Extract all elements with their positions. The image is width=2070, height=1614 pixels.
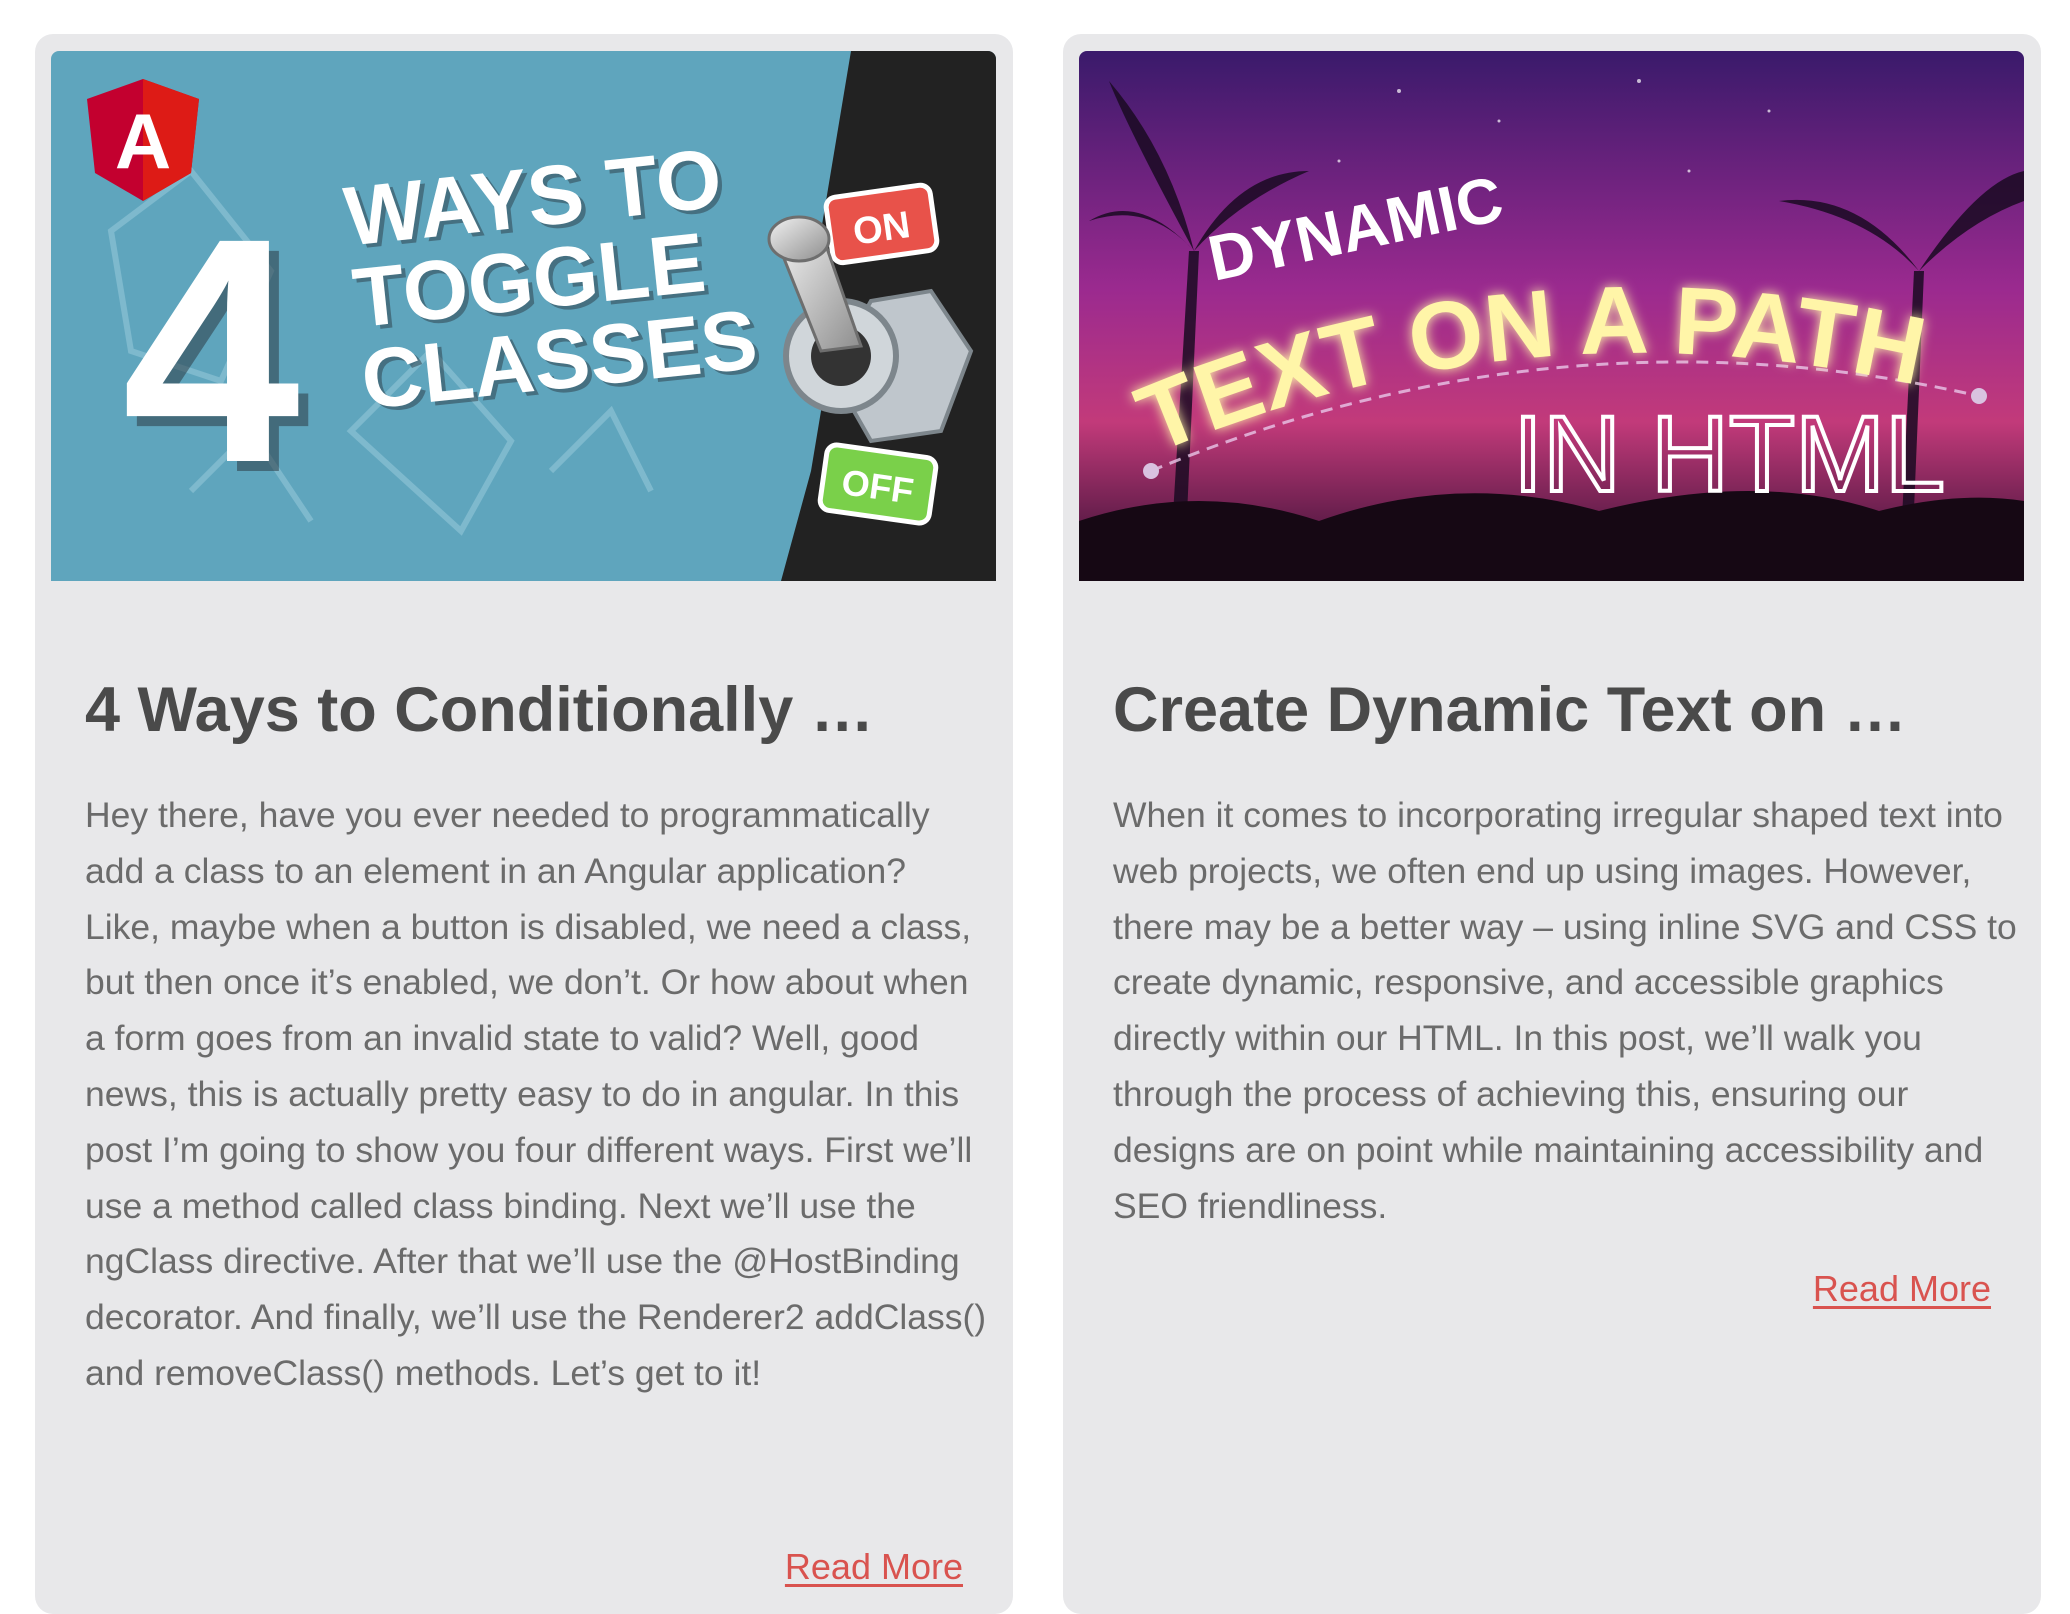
post-thumbnail[interactable]: A 4 4 WAYS TO WAYS TO TOGGLE TOGGLE CLAS… <box>51 51 996 581</box>
post-card: DYNAMIC TEXT ON A PATH IN HTML Create Dy… <box>1063 34 2041 1614</box>
post-thumbnail[interactable]: DYNAMIC TEXT ON A PATH IN HTML <box>1079 51 2024 581</box>
svg-text:IN HTML: IN HTML <box>1513 393 1945 514</box>
svg-text:ON: ON <box>851 204 913 254</box>
post-grid: A 4 4 WAYS TO WAYS TO TOGGLE TOGGLE CLAS… <box>0 0 2070 1614</box>
svg-text:4: 4 <box>122 171 302 529</box>
post-card: A 4 4 WAYS TO WAYS TO TOGGLE TOGGLE CLAS… <box>35 34 1013 1614</box>
post-title[interactable]: Create Dynamic Text on … <box>1113 670 1993 750</box>
thumbnail-dynamic-text-on-path: DYNAMIC TEXT ON A PATH IN HTML <box>1079 51 2024 581</box>
read-more-link[interactable]: Read More <box>1813 1268 1991 1310</box>
read-more-link[interactable]: Read More <box>785 1546 963 1588</box>
post-excerpt: When it comes to incorporating irregular… <box>1113 795 2017 1226</box>
post-excerpt: Hey there, have you ever needed to progr… <box>85 795 987 1393</box>
post-title[interactable]: 4 Ways to Conditionally … <box>85 670 965 750</box>
thumbnail-angular-toggle-classes: A 4 4 WAYS TO WAYS TO TOGGLE TOGGLE CLAS… <box>51 51 996 581</box>
